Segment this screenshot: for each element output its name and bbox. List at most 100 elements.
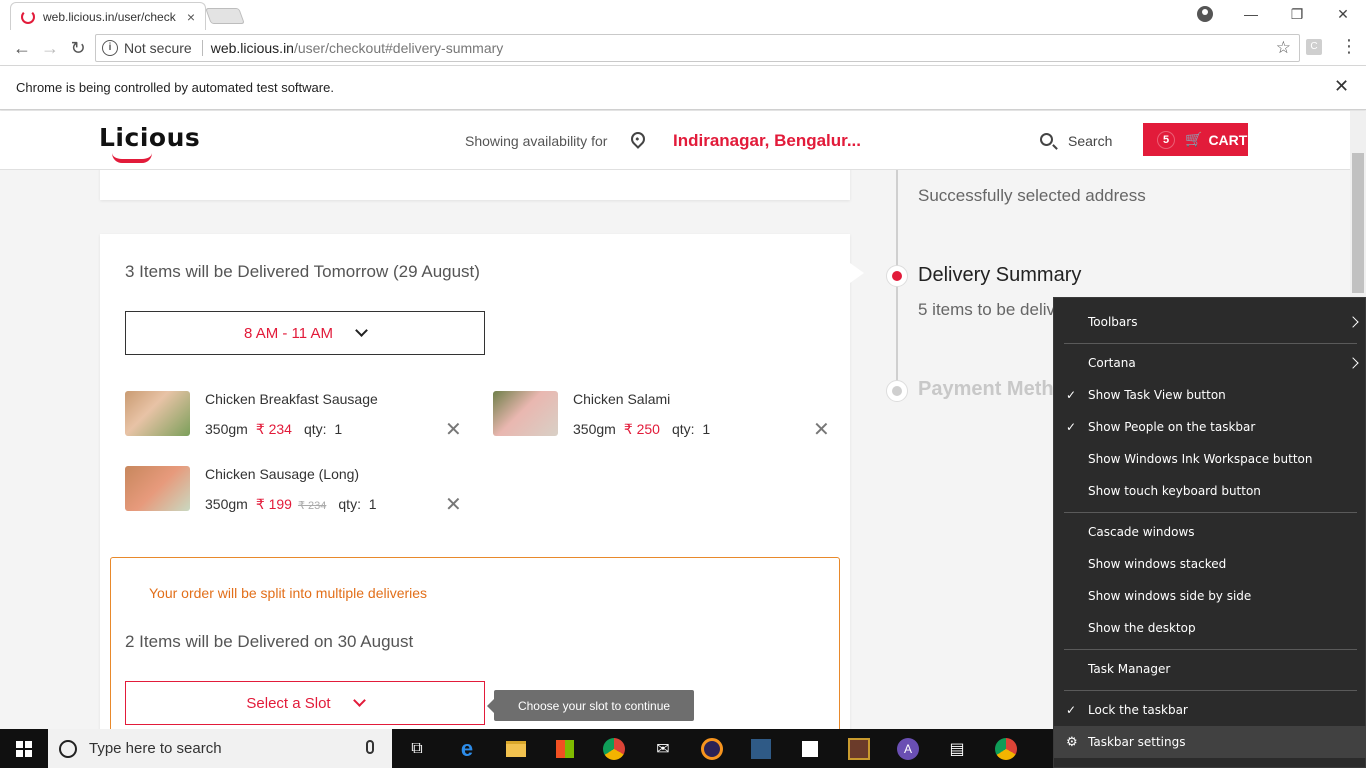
forward-arrow-icon[interactable]: → (38, 36, 62, 60)
card-pointer (850, 263, 864, 283)
cortana-icon (59, 739, 77, 758)
product-price: ₹ 250 (623, 421, 660, 437)
reload-icon[interactable]: ↻ (66, 36, 90, 60)
checkmark-icon: ✓ (1066, 388, 1077, 402)
availability-label: Showing availability for (465, 133, 608, 149)
store-icon[interactable] (552, 736, 578, 762)
address-bar[interactable]: i Not secure web.licious.in /user/checko… (95, 34, 1300, 62)
product-price: ₹ 234 (255, 421, 292, 437)
minimize-icon[interactable]: — (1228, 0, 1274, 28)
menu-item-touch-keyboard[interactable]: Show touch keyboard button (1054, 475, 1366, 507)
menu-item-taskbar-settings[interactable]: ⚙ Taskbar settings (1054, 726, 1366, 758)
sticky-notes-icon[interactable] (797, 736, 823, 762)
taskbar-search-box[interactable]: Type here to search (48, 729, 392, 768)
window-close-icon[interactable]: ✕ (1320, 0, 1366, 28)
tab-close-icon[interactable]: × (183, 9, 199, 25)
product-image (493, 391, 558, 436)
menu-label: Task Manager (1088, 662, 1171, 676)
step-delivery-summary-title[interactable]: Delivery Summary (918, 264, 1081, 287)
checkmark-icon: ✓ (1066, 420, 1077, 434)
app-a-icon[interactable]: A (895, 736, 921, 762)
chevron-down-icon (355, 324, 368, 337)
step-pending-indicator (886, 380, 908, 402)
checkmark-icon: ✓ (1066, 703, 1077, 717)
cart-icon: 🛒 (1185, 131, 1203, 147)
menu-item-ink-workspace[interactable]: Show Windows Ink Workspace button (1054, 443, 1366, 475)
automation-infobar: Chrome is being controlled by automated … (0, 66, 1366, 110)
menu-label: Show windows stacked (1088, 557, 1227, 571)
game-icon[interactable] (846, 736, 872, 762)
menu-label: Toolbars (1088, 315, 1138, 329)
bookmark-star-icon[interactable]: ☆ (1276, 38, 1291, 58)
menu-label: Taskbar settings (1088, 735, 1186, 749)
product-image (125, 391, 190, 436)
url-path: /user/checkout#delivery-summary (293, 40, 504, 56)
chrome-menu-icon[interactable]: ⋮ (1340, 36, 1358, 57)
infobar-message: Chrome is being controlled by automated … (16, 80, 334, 95)
logo-smile-mark (112, 153, 152, 163)
step-delivery-summary-subtitle: 5 items to be delivered (918, 300, 1054, 319)
app-icon[interactable] (748, 736, 774, 762)
product-mrp: ₹ 234 (297, 500, 327, 512)
start-button[interactable] (0, 729, 48, 768)
product-price: ₹ 199 (255, 496, 292, 512)
info-icon[interactable]: i (102, 40, 118, 56)
menu-item-show-desktop[interactable]: Show the desktop (1054, 612, 1366, 644)
microphone-icon[interactable] (366, 740, 374, 754)
product-meta: 350gm ₹ 199 ₹ 234 qty: 1 (205, 496, 377, 513)
restore-icon[interactable]: ❐ (1274, 0, 1320, 28)
file-explorer-icon[interactable] (503, 736, 529, 762)
back-arrow-icon[interactable]: ← (10, 36, 34, 60)
chrome-icon-2[interactable] (993, 736, 1019, 762)
qty-value: 1 (702, 421, 711, 437)
menu-item-stacked[interactable]: Show windows stacked (1054, 548, 1366, 580)
remove-item-icon[interactable]: ✕ (445, 417, 462, 442)
eclipse-icon[interactable] (699, 736, 725, 762)
menu-item-side-by-side[interactable]: Show windows side by side (1054, 580, 1366, 612)
mail-icon[interactable]: ✉ (650, 736, 676, 762)
step-active-indicator (886, 265, 908, 287)
menu-item-cortana[interactable]: Cortana (1054, 347, 1366, 379)
tab-title: web.licious.in/user/check (43, 9, 176, 24)
extension-icon[interactable]: C (1306, 39, 1322, 55)
search-icon[interactable] (1040, 133, 1053, 146)
menu-item-lock-taskbar[interactable]: ✓ Lock the taskbar (1054, 694, 1366, 726)
browser-toolbar: ← → ↻ i Not secure web.licious.in /user/… (0, 30, 1366, 66)
remove-item-icon[interactable]: ✕ (813, 417, 830, 442)
task-view-icon[interactable]: ⧉ (404, 736, 430, 762)
licious-favicon-icon (21, 9, 35, 24)
browser-tab[interactable]: web.licious.in/user/check × (10, 2, 206, 30)
delivery-2-slot-dropdown[interactable]: Select a Slot (125, 681, 485, 725)
notepad-icon[interactable]: ▤ (944, 736, 970, 762)
cart-item: Chicken Breakfast Sausage 350gm ₹ 234 qty:… (125, 391, 465, 441)
taskbar-context-menu: Toolbars Cortana ✓ Show Task View button … (1053, 297, 1366, 768)
cart-button[interactable]: 5 🛒 CART (1143, 123, 1248, 156)
menu-item-task-manager[interactable]: Task Manager (1054, 653, 1366, 685)
chrome-icon[interactable] (601, 736, 627, 762)
profile-icon[interactable] (1197, 6, 1213, 22)
infobar-close-icon[interactable]: ✕ (1334, 76, 1349, 97)
menu-label: Cortana (1088, 356, 1136, 370)
remove-item-icon[interactable]: ✕ (445, 492, 462, 517)
new-tab-button[interactable] (205, 8, 245, 24)
edge-icon[interactable]: e (454, 736, 480, 762)
site-header: Licious Showing availability for Indiran… (0, 111, 1350, 170)
menu-label: Show windows side by side (1088, 589, 1252, 603)
menu-item-people[interactable]: ✓ Show People on the taskbar (1054, 411, 1366, 443)
search-link[interactable]: Search (1068, 133, 1112, 149)
location-selector[interactable]: Indiranagar, Bengalur... (673, 131, 861, 151)
menu-separator (1064, 343, 1357, 344)
product-name: Chicken Salami (573, 391, 671, 407)
slot-value: 8 AM - 11 AM (244, 324, 333, 342)
menu-item-cascade[interactable]: Cascade windows (1054, 516, 1366, 548)
location-pin-icon (628, 129, 648, 149)
url-host: web.licious.in (210, 40, 294, 56)
licious-logo[interactable]: Licious (99, 123, 200, 152)
product-weight: 350gm (205, 421, 248, 437)
chevron-down-icon (352, 694, 366, 707)
scrollbar-thumb[interactable] (1352, 153, 1364, 293)
menu-item-toolbars[interactable]: Toolbars (1054, 306, 1366, 338)
qty-value: 1 (334, 421, 343, 437)
delivery-1-slot-dropdown[interactable]: 8 AM - 11 AM (125, 311, 485, 355)
menu-item-task-view[interactable]: ✓ Show Task View button (1054, 379, 1366, 411)
